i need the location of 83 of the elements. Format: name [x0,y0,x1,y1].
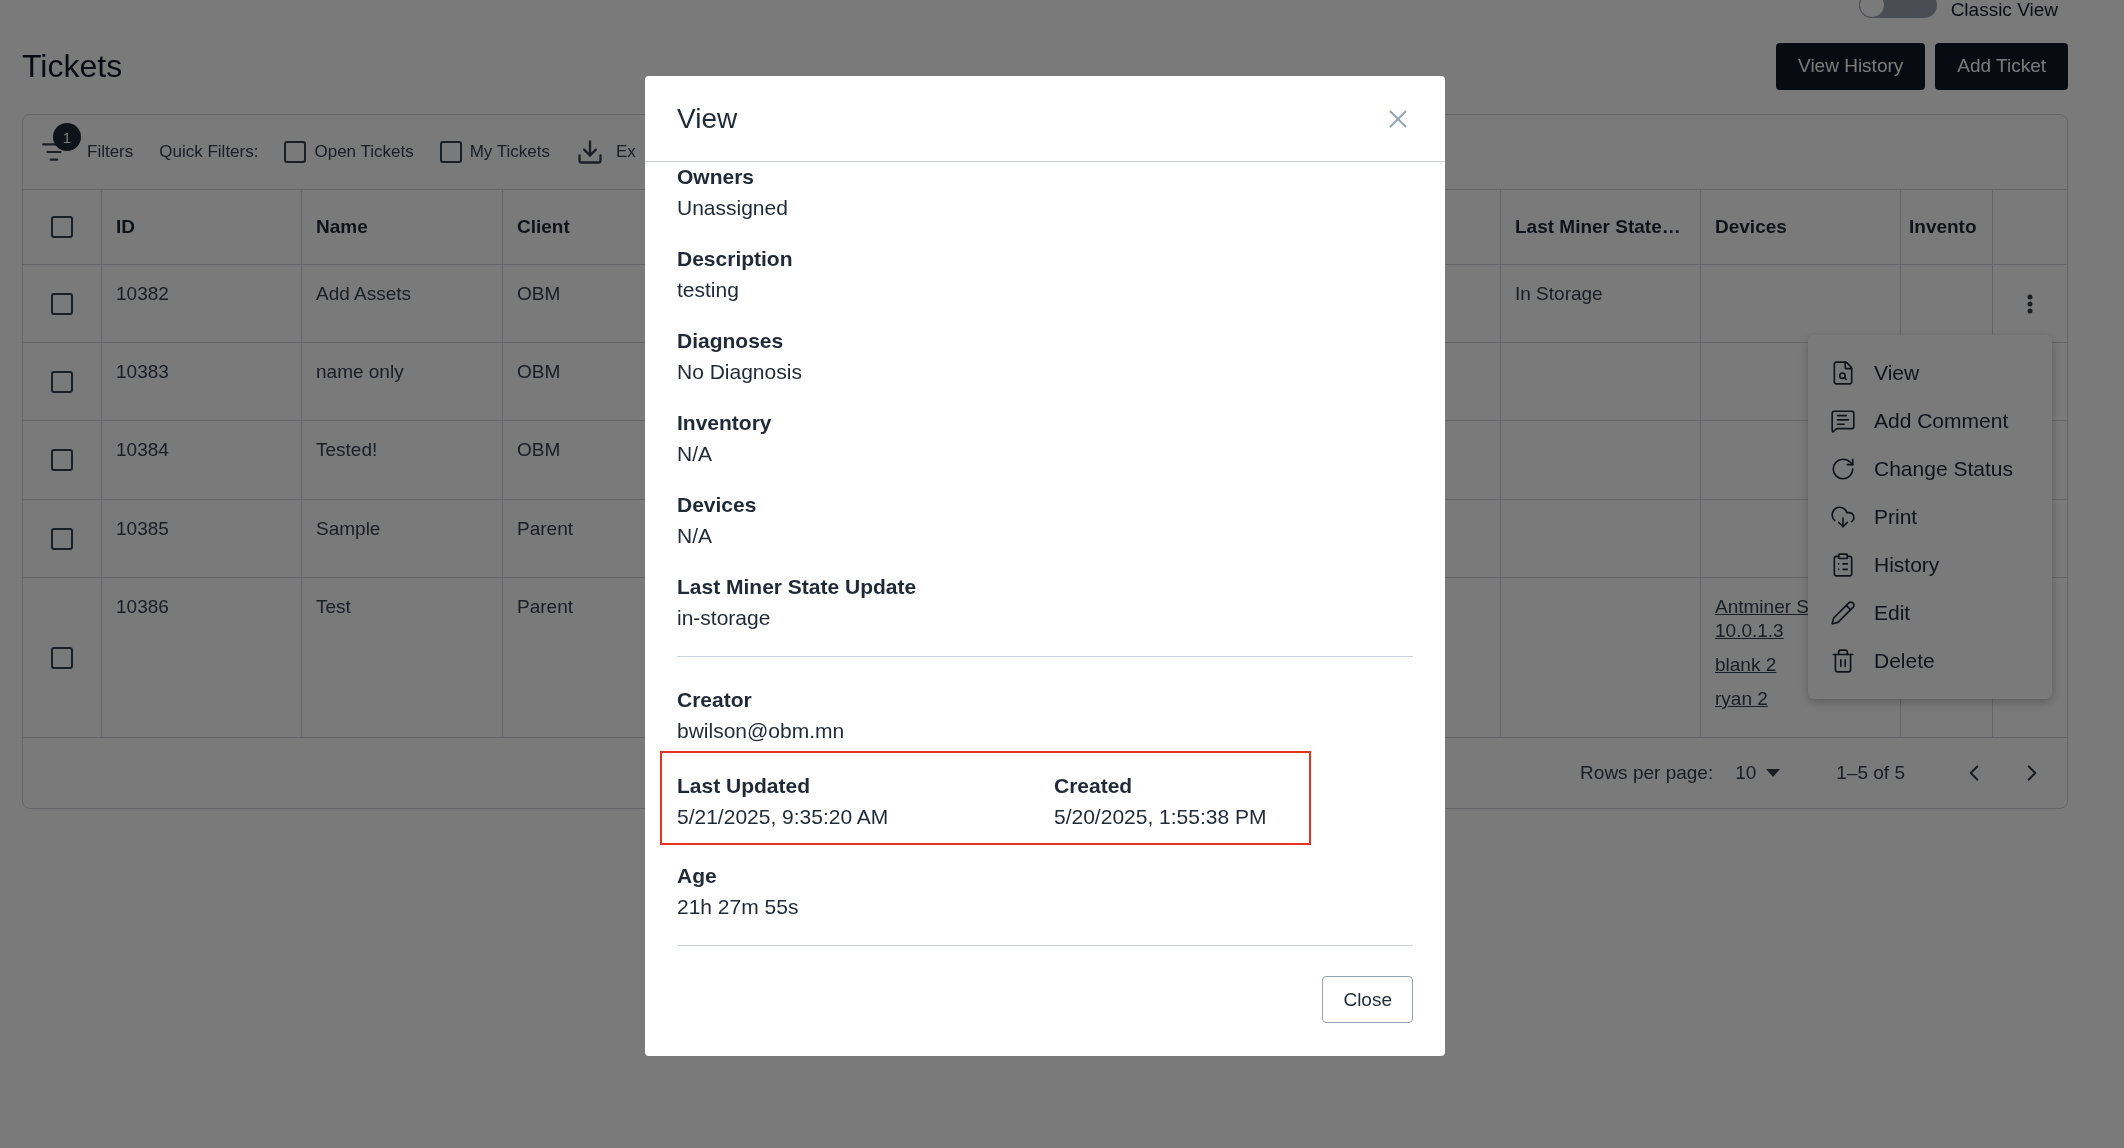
field-label: Age [677,863,718,888]
menu-item[interactable]: View [1808,349,2052,397]
pencil-icon [1830,600,1856,626]
caret-icon [1766,769,1781,777]
rotate-arrow-icon [1830,456,1856,482]
column-header: Name [316,216,368,238]
header-button[interactable]: View History [1776,42,1926,90]
device-link[interactable]: Antminer S 10.0.1.3 [1715,596,1809,642]
table-cell: name only [316,361,404,383]
device-link[interactable]: ryan 2 [1715,688,1768,710]
table-cell: OBM [517,361,561,383]
rows-per-page-select[interactable]: 10 [1735,762,1781,784]
field-value: bwilson@obm.mn [677,718,846,743]
checkbox[interactable] [51,370,73,393]
column-header: Last Miner State… [1515,216,1681,238]
table-cell: Tested! [316,439,378,461]
chat-icon [1830,408,1856,434]
menu-item[interactable]: Add Comment [1808,397,2052,445]
table-cell: 10383 [116,361,169,383]
column-header: ID [116,216,135,238]
table-cell: In Storage [1515,283,1603,305]
column-header: Invento [1909,216,1977,238]
rows-per-page-label: Rows per page: [1580,762,1714,784]
table-cell: OBM [517,283,561,305]
page-title: Tickets [22,47,123,85]
field-value: N/A [677,523,713,548]
field-label: Devices [677,492,758,517]
export-button[interactable]: Ex [576,138,636,166]
column-header: Devices [1715,216,1787,238]
trash-icon [1830,648,1856,674]
field-label: Last Updated [677,773,811,798]
dialog-title: View [677,102,738,135]
table-cell: 10386 [116,596,169,618]
checkbox[interactable] [439,141,462,163]
field-label: Inventory [677,410,773,435]
field-label: Creator [677,687,753,712]
field-label: Diagnoses [677,328,785,353]
table-cell: Add Assets [316,283,412,305]
menu-item[interactable]: Print [1808,493,2052,541]
menu-item[interactable]: History [1808,541,2052,589]
toggle-switch[interactable] [1858,0,1937,18]
checkbox-label: My Tickets [469,142,550,162]
field-label: Last Miner State Update [677,574,918,599]
checkbox[interactable] [51,216,73,238]
field-value: testing [677,277,740,302]
download-icon [576,138,604,166]
table-cell: OBM [517,439,561,461]
field-label: Owners [677,164,756,189]
checkbox[interactable] [51,527,73,550]
column-header: Client [517,216,570,238]
menu-item[interactable]: Change Status [1808,445,2052,493]
checkbox-label: Open Tickets [314,142,414,162]
table-cell: Sample [316,518,381,540]
table-cell: 10384 [116,439,169,461]
field-value: N/A [677,441,713,466]
header-button[interactable]: Add Ticket [1935,42,2068,90]
field-value: No Diagnosis [677,359,803,384]
field-value: 5/20/2025, 1:55:38 PM [1054,804,1268,829]
table-cell: Parent [517,518,573,540]
cloud-download-icon [1830,504,1856,530]
checkbox[interactable] [51,646,73,669]
toggle-label: Classic View [1950,0,2058,20]
close-button[interactable]: Close [1322,976,1413,1023]
more-vertical-icon[interactable] [2027,293,2033,314]
filter-count-badge: 1 [53,123,81,151]
quick-filters-label: Quick Filters: [159,142,259,162]
table-cell: Parent [517,596,573,618]
field-value: Unassigned [677,195,789,220]
checkbox[interactable] [51,292,73,315]
table-cell: Test [316,596,351,618]
pagination-range: 1–5 of 5 [1836,762,1905,784]
field-label: Created [1054,773,1134,798]
device-link[interactable]: blank 2 [1715,654,1777,676]
menu-item[interactable]: Delete [1808,637,2052,685]
field-value: 5/21/2025, 9:35:20 AM [677,804,890,829]
table-cell: 10385 [116,518,169,540]
checkbox[interactable] [284,141,307,163]
table-cell: 10382 [116,283,169,305]
field-value: in-storage [677,605,772,630]
checkbox[interactable] [51,449,73,471]
menu-item[interactable]: Edit [1808,589,2052,637]
field-value: 21h 27m 55s [677,894,800,919]
field-label: Description [677,246,794,271]
